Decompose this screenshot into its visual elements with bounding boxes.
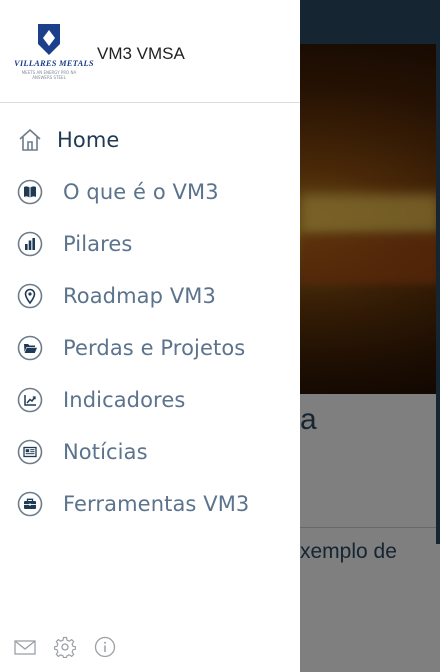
menu-item-label: Pilares: [63, 232, 133, 256]
menu-item-label: Home: [57, 128, 120, 152]
logo-shield-icon: [38, 24, 60, 55]
trend-chart-icon: [17, 387, 43, 413]
menu-item-o-que-e-vm3[interactable]: O que é o VM3: [0, 166, 300, 218]
menu-item-label: Indicadores: [63, 388, 186, 412]
villares-metals-logo: VILLARES METALS MEETS AN ENERGY PRO NA A…: [14, 24, 94, 88]
mail-icon[interactable]: [14, 636, 36, 658]
menu-item-label: Perdas e Projetos: [63, 336, 246, 360]
logo-tagline: MEETS AN ENERGY PRO NA ANSWERS STEEL: [21, 70, 77, 80]
navigation-drawer: VILLARES METALS MEETS AN ENERGY PRO NA A…: [0, 0, 300, 672]
menu-item-label: Notícias: [63, 440, 148, 464]
book-icon: [17, 179, 43, 205]
menu-item-noticias[interactable]: Notícias: [0, 426, 300, 478]
menu-item-ferramentas[interactable]: Ferramentas VM3: [0, 478, 300, 530]
menu-item-pilares[interactable]: Pilares: [0, 218, 300, 270]
drawer-footer: [0, 632, 300, 662]
drawer-header: VILLARES METALS MEETS AN ENERGY PRO NA A…: [0, 0, 300, 103]
menu-item-home[interactable]: Home: [0, 114, 300, 166]
menu-item-roadmap[interactable]: Roadmap VM3: [0, 270, 300, 322]
folder-icon: [17, 335, 43, 361]
menu-item-label: Ferramentas VM3: [63, 492, 250, 516]
briefcase-icon: [17, 491, 43, 517]
menu-item-label: O que é o VM3: [63, 180, 219, 204]
menu-item-indicadores[interactable]: Indicadores: [0, 374, 300, 426]
logo-wordmark: VILLARES METALS: [14, 58, 94, 68]
menu-item-label: Roadmap VM3: [63, 284, 216, 308]
menu-item-perdas-projetos[interactable]: Perdas e Projetos: [0, 322, 300, 374]
gear-icon[interactable]: [53, 636, 77, 659]
bar-chart-icon: [17, 231, 43, 257]
info-icon[interactable]: [94, 636, 116, 658]
newspaper-icon: [17, 439, 43, 465]
map-pin-icon: [17, 283, 43, 309]
app-name: VM3 VMSA: [97, 44, 185, 63]
home-icon: [17, 127, 43, 153]
